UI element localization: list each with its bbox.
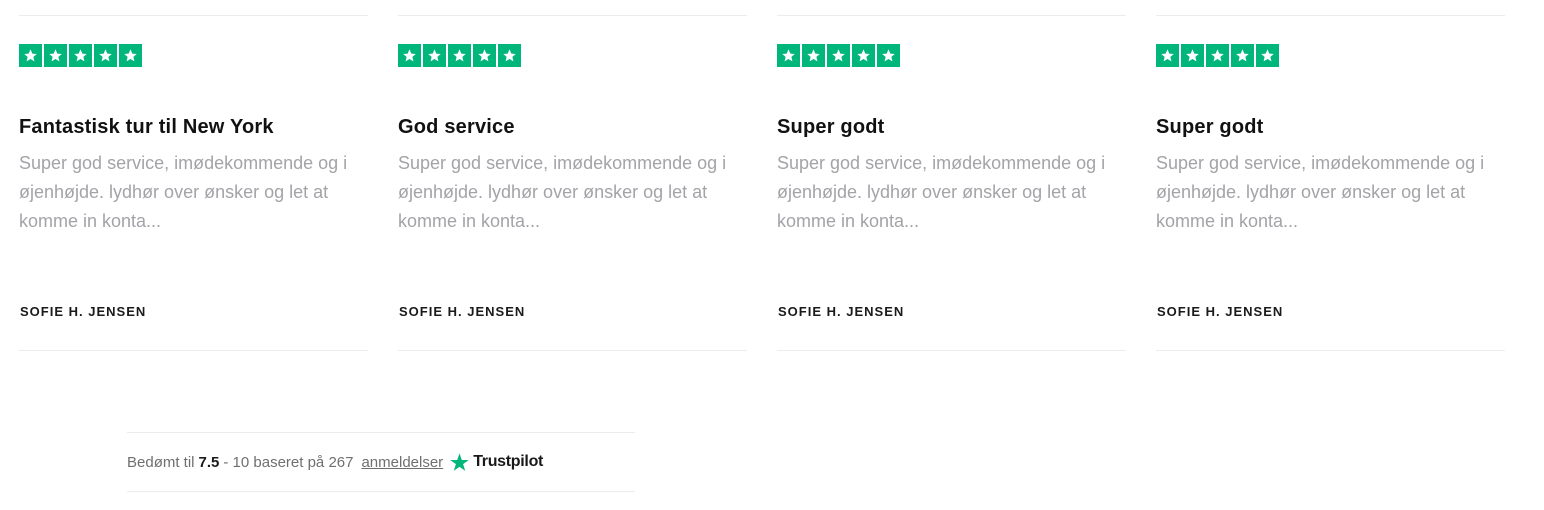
review-title: Fantastisk tur til New York bbox=[19, 116, 274, 138]
star-icon bbox=[448, 44, 471, 67]
reviews-section: Fantastisk tur til New York Super god se… bbox=[0, 0, 1544, 510]
star-icon bbox=[498, 44, 521, 67]
review-author: SOFIE H. JENSEN bbox=[778, 304, 905, 319]
summary-score: 7.5 bbox=[198, 453, 220, 471]
review-text: Super god service, imødekommende og i øj… bbox=[19, 153, 348, 231]
star-icon bbox=[827, 44, 850, 67]
trustpilot-wordmark: Trustpilot bbox=[473, 453, 544, 470]
review-card: Super godt Super god service, imødekomme… bbox=[777, 15, 1126, 351]
review-text: Super god service, imødekommende og i øj… bbox=[398, 153, 727, 231]
review-author: SOFIE H. JENSEN bbox=[399, 304, 526, 319]
star-icon bbox=[423, 44, 446, 67]
review-title: God service bbox=[398, 116, 515, 138]
review-title: Super godt bbox=[1156, 116, 1264, 138]
star-icon bbox=[19, 44, 42, 67]
star-icon bbox=[1206, 44, 1229, 67]
trustpilot-logo[interactable]: Trustpilot bbox=[449, 452, 543, 473]
summary-prefix: Bedømt til bbox=[127, 453, 195, 471]
star-icon bbox=[1231, 44, 1254, 67]
star-rating bbox=[777, 44, 900, 67]
star-icon bbox=[119, 44, 142, 67]
reviews-link[interactable]: anmeldelser bbox=[361, 454, 443, 471]
star-icon bbox=[1181, 44, 1204, 67]
review-cards: Fantastisk tur til New York Super god se… bbox=[19, 15, 1505, 353]
review-author: SOFIE H. JENSEN bbox=[20, 304, 147, 319]
star-icon bbox=[94, 44, 117, 67]
review-text: Super god service, imødekommende og i øj… bbox=[777, 153, 1106, 231]
star-icon bbox=[398, 44, 421, 67]
summary-middle: - 10 baseret på 267 bbox=[223, 453, 354, 471]
star-icon bbox=[1156, 44, 1179, 67]
review-card: God service Super god service, imødekomm… bbox=[398, 15, 747, 351]
star-icon bbox=[44, 44, 67, 67]
review-title: Super godt bbox=[777, 116, 885, 138]
star-icon bbox=[473, 44, 496, 67]
star-icon bbox=[69, 44, 92, 67]
review-author: SOFIE H. JENSEN bbox=[1157, 304, 1284, 319]
star-icon bbox=[852, 44, 875, 67]
trustpilot-star-icon bbox=[450, 452, 469, 471]
review-card: Super godt Super god service, imødekomme… bbox=[1156, 15, 1505, 351]
star-icon bbox=[777, 44, 800, 67]
star-icon bbox=[1256, 44, 1279, 67]
star-rating bbox=[19, 44, 142, 67]
review-text: Super god service, imødekommende og i øj… bbox=[1156, 153, 1485, 231]
review-card: Fantastisk tur til New York Super god se… bbox=[19, 15, 368, 351]
star-rating bbox=[398, 44, 521, 67]
trustpilot-summary: Bedømt til 7.5 - 10 baseret på 267 anmel… bbox=[127, 432, 635, 492]
star-icon bbox=[802, 44, 825, 67]
star-rating bbox=[1156, 44, 1279, 67]
star-icon bbox=[877, 44, 900, 67]
